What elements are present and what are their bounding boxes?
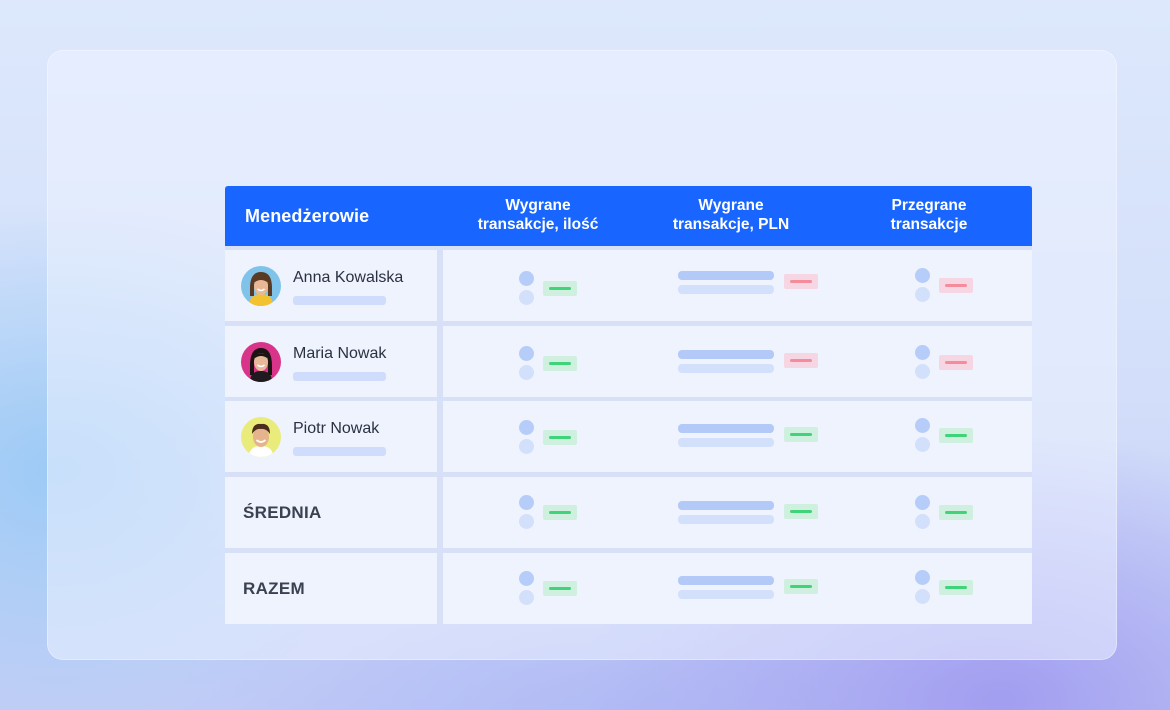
- metric-dot: [519, 495, 534, 510]
- table-row[interactable]: Anna Kowalska: [225, 250, 1032, 321]
- metric-bar: [678, 501, 774, 510]
- lost-status-badge: [939, 428, 973, 443]
- metric-bar: [678, 285, 774, 294]
- summary-cell: RAZEM: [225, 553, 437, 624]
- won-pln-status-badge: [784, 274, 818, 289]
- won-pln-status-badge: [784, 353, 818, 368]
- metrics-cell: [443, 250, 1032, 321]
- metric-dot: [519, 439, 534, 454]
- header-lost: Przegrane transakcje: [890, 197, 968, 233]
- won-pln-status-badge: [784, 579, 818, 594]
- won-count-status-badge: [543, 356, 577, 371]
- metric-bar: [678, 364, 774, 373]
- won-count-status-badge: [543, 281, 577, 296]
- metric-dot: [519, 514, 534, 529]
- metric-dot: [519, 420, 534, 435]
- manager-name: Anna Kowalska: [293, 269, 404, 286]
- managers-table: Menedżerowie Wygrane transakcje, ilość W…: [225, 186, 1032, 624]
- metric-bar: [678, 590, 774, 599]
- avatar: [241, 342, 281, 382]
- metric-dot: [519, 271, 534, 286]
- avatar: [241, 417, 281, 457]
- summary-row[interactable]: RAZEM: [225, 553, 1032, 624]
- metric-bar: [678, 271, 774, 280]
- manager-name: Piotr Nowak: [293, 420, 380, 437]
- manager-cell: Piotr Nowak: [225, 401, 437, 472]
- summary-label-average: ŚREDNIA: [243, 503, 322, 522]
- metric-bar: [678, 576, 774, 585]
- metric-bar: [678, 424, 774, 433]
- table-header: Menedżerowie Wygrane transakcje, ilość W…: [225, 186, 1032, 246]
- metric-dot: [915, 345, 930, 360]
- header-won-count: Wygrane transakcje, ilość: [477, 197, 599, 233]
- metric-dot: [519, 365, 534, 380]
- metrics-cell: [443, 326, 1032, 397]
- metrics-cell: [443, 553, 1032, 624]
- placeholder-line: [293, 296, 386, 305]
- placeholder-line: [293, 447, 386, 456]
- metric-dot: [519, 590, 534, 605]
- summary-cell: ŚREDNIA: [225, 477, 437, 548]
- lost-status-badge: [939, 278, 973, 293]
- lost-status-badge: [939, 355, 973, 370]
- metric-bar: [678, 350, 774, 359]
- metric-dot: [915, 514, 930, 529]
- metric-dot: [519, 290, 534, 305]
- metrics-cell: [443, 477, 1032, 548]
- header-managers: Menedżerowie: [245, 206, 370, 226]
- metric-dot: [519, 571, 534, 586]
- metric-bar: [678, 515, 774, 524]
- lost-status-badge: [939, 580, 973, 595]
- metric-dot: [915, 418, 930, 433]
- header-won-pln: Wygrane transakcje, PLN: [672, 197, 790, 233]
- metric-bar: [678, 438, 774, 447]
- won-pln-status-badge: [784, 427, 818, 442]
- metric-dot: [915, 589, 930, 604]
- metric-dot: [915, 495, 930, 510]
- placeholder-line: [293, 372, 386, 381]
- lost-status-badge: [939, 505, 973, 520]
- metrics-cell: [443, 401, 1032, 472]
- metric-dot: [915, 287, 930, 302]
- won-count-status-badge: [543, 505, 577, 520]
- table-row[interactable]: Maria Nowak: [225, 326, 1032, 397]
- summary-label-total: RAZEM: [243, 579, 305, 598]
- won-count-status-badge: [543, 581, 577, 596]
- manager-name: Maria Nowak: [293, 345, 387, 362]
- metric-dot: [519, 346, 534, 361]
- content-panel: Menedżerowie Wygrane transakcje, ilość W…: [47, 50, 1117, 660]
- summary-row[interactable]: ŚREDNIA: [225, 477, 1032, 548]
- manager-cell: Anna Kowalska: [225, 250, 437, 321]
- manager-cell: Maria Nowak: [225, 326, 437, 397]
- avatar: [241, 266, 281, 306]
- table-row[interactable]: Piotr Nowak: [225, 401, 1032, 472]
- metric-dot: [915, 570, 930, 585]
- metric-dot: [915, 268, 930, 283]
- won-pln-status-badge: [784, 504, 818, 519]
- metric-dot: [915, 437, 930, 452]
- won-count-status-badge: [543, 430, 577, 445]
- metric-dot: [915, 364, 930, 379]
